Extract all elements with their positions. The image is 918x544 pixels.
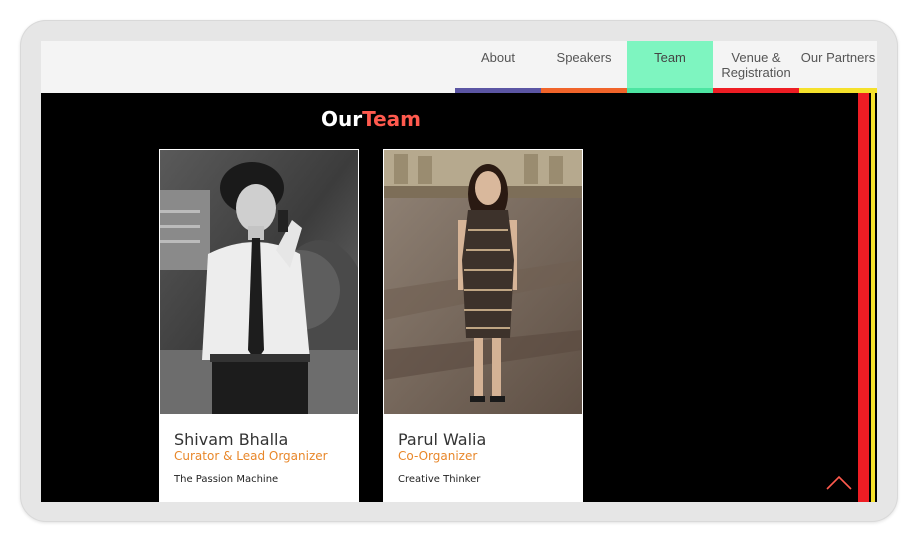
top-navigation: About Speakers Team Venue & Registration…	[41, 41, 877, 93]
team-member-photo	[160, 150, 358, 414]
team-member-photo	[384, 150, 582, 414]
nav-item-venue-registration[interactable]: Venue & Registration	[713, 41, 799, 88]
nav-underline-venue	[713, 88, 799, 93]
nav-underline-about	[455, 88, 541, 93]
team-member-tagline: Creative Thinker	[398, 474, 481, 485]
nav-underline-speakers	[541, 88, 627, 93]
nav-item-label: Team	[654, 50, 686, 65]
nav-item-label: About	[481, 50, 515, 65]
person-photo-icon	[384, 150, 582, 414]
section-title-part2: Team	[362, 107, 421, 131]
nav-item-our-partners[interactable]: Our Partners	[799, 41, 877, 88]
nav-item-label: Speakers	[556, 50, 612, 65]
nav-item-label: Venue & Registration	[721, 50, 791, 80]
decorative-stripe-red	[858, 93, 869, 502]
team-member-name: Shivam Bhalla	[174, 430, 289, 449]
chevron-up-icon[interactable]	[826, 474, 852, 490]
team-member-role: Co-Organizer	[398, 449, 478, 463]
nav-underline-team	[627, 88, 713, 93]
team-member-name: Parul Walia	[398, 430, 487, 449]
nav-item-label: Our Partners	[800, 50, 876, 65]
team-member-card[interactable]: Parul Walia Co-Organizer Creative Thinke…	[383, 149, 583, 502]
section-title-part1: Our	[321, 107, 363, 131]
browser-viewport: About Speakers Team Venue & Registration…	[41, 41, 877, 502]
nav-item-about[interactable]: About	[455, 41, 541, 88]
team-member-card[interactable]: Shivam Bhalla Curator & Lead Organizer T…	[159, 149, 359, 502]
nav-item-team[interactable]: Team	[627, 41, 713, 88]
nav-item-speakers[interactable]: Speakers	[541, 41, 627, 88]
person-photo-icon	[160, 150, 358, 414]
decorative-stripe-yellow	[871, 93, 875, 502]
section-title: OurTeam	[321, 107, 421, 131]
team-member-role: Curator & Lead Organizer	[174, 449, 328, 463]
team-member-tagline: The Passion Machine	[174, 474, 279, 485]
